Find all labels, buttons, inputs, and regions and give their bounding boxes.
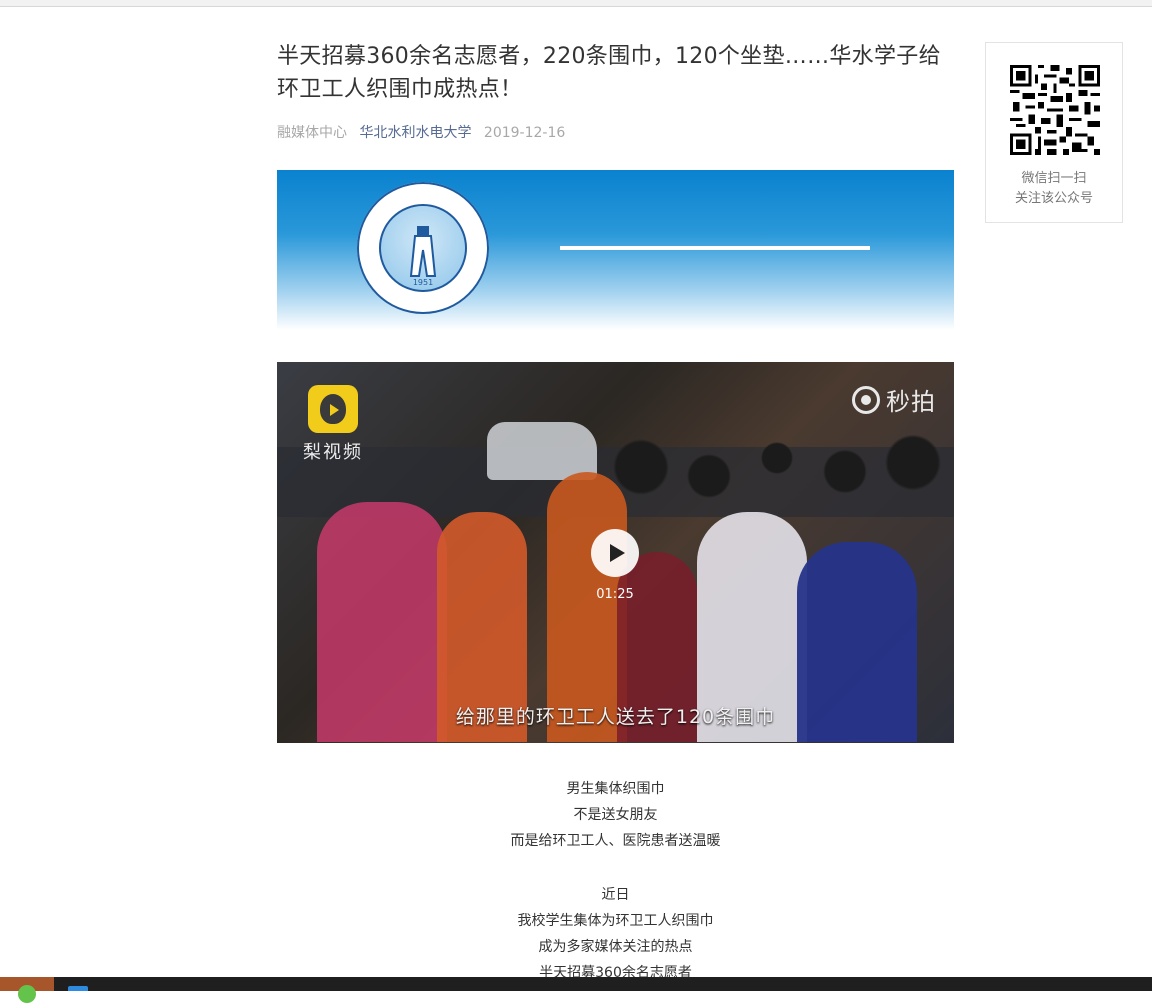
article-body: 男生集体织围巾 不是送女朋友 而是给环卫工人、医院患者送温暖 近日 我校学生集体… [277, 776, 954, 986]
miaopai-text: 秒拍 [886, 388, 936, 416]
article-title: 半天招募360余名志愿者，220条围巾，120个坐垫……华水学子给环卫工人织围巾… [277, 44, 941, 102]
account-link[interactable]: 华北水利水电大学 [359, 125, 471, 141]
start-button[interactable] [0, 977, 54, 1003]
body-line: 成为多家媒体关注的热点 [538, 939, 693, 955]
body-line: 近日 [601, 887, 630, 903]
article-source: 融媒体中心 [277, 125, 347, 141]
video-scene-crowd [607, 422, 947, 512]
video-duration: 01:25 [596, 587, 634, 602]
play-button[interactable] [591, 529, 639, 577]
qr-code-panel: 微信扫一扫 关注该公众号 [985, 42, 1123, 223]
window-top-border [0, 0, 1152, 7]
body-line: 我校学生集体为环卫工人织围巾 [517, 913, 714, 929]
taskbar [0, 977, 1152, 1003]
video-subtitle: 给那里的环卫工人送去了120条围巾 [455, 706, 776, 728]
miaopai-icon [852, 385, 880, 414]
pear-video-icon [308, 385, 358, 433]
qr-code-icon [1010, 65, 1100, 155]
play-icon [609, 544, 625, 562]
video-player[interactable]: 梨视频 秒拍 01:25 给那里的环卫工人送去了120条围巾 [277, 362, 954, 743]
university-logo: 1951 [357, 182, 489, 314]
body-line: 男生集体织围巾 [566, 781, 665, 797]
qr-caption: 微信扫一扫 关注该公众号 [986, 169, 1122, 209]
article-header: 半天招募360余名志愿者，220条围巾，120个坐垫……华水学子给环卫工人织围巾… [277, 40, 954, 142]
logo-year: 1951 [412, 278, 434, 287]
banner-divider-line [560, 246, 870, 250]
miaopai-watermark: 秒拍 [852, 382, 936, 417]
article-meta: 融媒体中心 华北水利水电大学 2019-12-16 [277, 122, 954, 142]
body-line: 不是送女朋友 [573, 807, 658, 823]
pear-video-watermark: 梨视频 [303, 442, 363, 463]
publish-date: 2019-12-16 [483, 125, 566, 141]
qr-caption-line1: 微信扫一扫 [1021, 171, 1087, 186]
taskbar-app-icon[interactable] [68, 986, 88, 991]
body-line: 而是给环卫工人、医院患者送温暖 [510, 833, 721, 849]
qr-caption-line2: 关注该公众号 [1014, 191, 1093, 206]
video-scene-car [487, 422, 597, 480]
header-banner: 1951 [277, 170, 954, 330]
start-icon [18, 985, 36, 1003]
